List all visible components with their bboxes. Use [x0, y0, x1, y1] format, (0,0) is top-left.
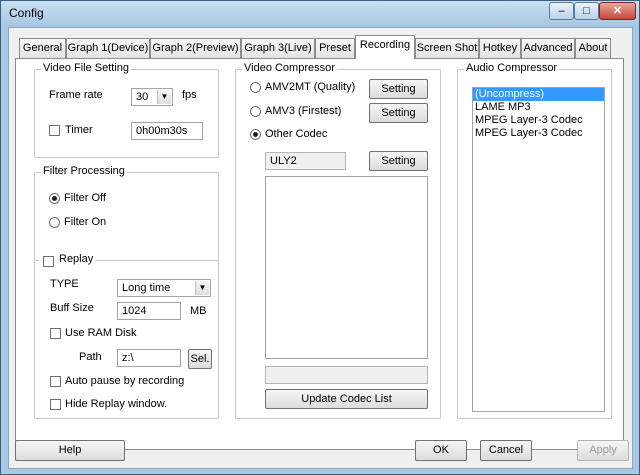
filter-off-label: Filter Off — [64, 192, 106, 204]
buff-size-input[interactable]: 1024 — [117, 302, 181, 320]
buff-size-unit: MB — [190, 305, 207, 317]
audio-compressor-legend: Audio Compressor — [464, 62, 560, 74]
video-file-setting-group: Video File Setting Frame rate 30 ▼ fps T… — [34, 62, 219, 158]
audio-codec-item[interactable]: LAME MP3 — [473, 101, 604, 114]
path-label: Path — [79, 351, 102, 363]
help-button[interactable]: Help — [15, 440, 125, 461]
buff-size-label: Buff Size — [50, 302, 94, 314]
tab-general[interactable]: General — [19, 38, 66, 58]
filter-off-radio[interactable] — [49, 193, 60, 204]
tab-recording[interactable]: Recording — [355, 35, 415, 59]
frame-rate-label: Frame rate — [49, 89, 103, 101]
amv3-label: AMV3 (Firstest) — [265, 105, 342, 117]
hide-replay-checkbox[interactable] — [50, 399, 61, 410]
window-title: Config — [9, 6, 44, 20]
auto-pause-checkbox[interactable] — [50, 376, 61, 387]
filter-on-radio[interactable] — [49, 217, 60, 228]
replay-type-value: Long time — [122, 282, 171, 294]
fps-unit-label: fps — [182, 89, 197, 101]
other-codec-label: Other Codec — [265, 128, 328, 140]
amv3-radio[interactable] — [250, 106, 261, 117]
other-codec-setting-button[interactable]: Setting — [369, 151, 428, 171]
tab-graph3-live[interactable]: Graph 3(Live) — [241, 38, 315, 58]
maximize-icon: □ — [583, 5, 590, 17]
title-bar[interactable]: Config – □ ✕ — [1, 1, 639, 27]
audio-codec-item[interactable]: MPEG Layer-3 Codec — [473, 114, 604, 127]
timer-label: Timer — [65, 124, 93, 136]
other-codec-radio[interactable] — [250, 129, 261, 140]
codec-name-field: ULY2 — [265, 152, 346, 170]
replay-checkbox[interactable] — [43, 256, 54, 267]
chevron-down-icon[interactable]: ▼ — [157, 90, 171, 104]
amv2mt-label: AMV2MT (Quality) — [265, 81, 356, 93]
tab-screen-shot[interactable]: Screen Shot — [415, 38, 479, 58]
tab-graph2-preview[interactable]: Graph 2(Preview) — [150, 38, 241, 58]
amv2mt-setting-button[interactable]: Setting — [369, 79, 428, 99]
timer-input[interactable]: 0h00m30s — [131, 122, 203, 140]
close-icon: ✕ — [612, 5, 623, 17]
video-compressor-group: Video Compressor AMV2MT (Quality) Settin… — [235, 62, 441, 419]
auto-pause-label: Auto pause by recording — [65, 375, 185, 387]
tab-about[interactable]: About — [575, 38, 611, 58]
tab-graph1-device[interactable]: Graph 1(Device) — [66, 38, 150, 58]
path-input[interactable]: z:\ — [117, 349, 181, 367]
dialog-client: General Graph 1(Device) Graph 2(Preview)… — [8, 27, 633, 469]
select-path-button[interactable]: Sel. — [188, 349, 212, 369]
tab-advanced[interactable]: Advanced — [521, 38, 575, 58]
maximize-button[interactable]: □ — [574, 2, 599, 20]
close-button[interactable]: ✕ — [599, 2, 636, 20]
ok-button[interactable]: OK — [415, 440, 467, 461]
amv3-setting-button[interactable]: Setting — [369, 103, 428, 123]
minimize-button[interactable]: – — [549, 2, 574, 20]
filter-processing-group: Filter Processing Filter Off Filter On — [34, 165, 219, 261]
audio-compressor-group: Audio Compressor (Uncompress) LAME MP3 M… — [457, 62, 612, 419]
replay-type-select[interactable]: Long time ▼ — [117, 279, 211, 297]
tab-hotkey[interactable]: Hotkey — [479, 38, 521, 58]
use-ram-disk-checkbox[interactable] — [50, 328, 61, 339]
recording-tab-panel: Video File Setting Frame rate 30 ▼ fps T… — [15, 58, 624, 450]
cancel-button[interactable]: Cancel — [480, 440, 532, 461]
filter-processing-legend: Filter Processing — [41, 165, 127, 177]
codec-list[interactable] — [265, 176, 428, 359]
audio-codec-list[interactable]: (Uncompress) LAME MP3 MPEG Layer-3 Codec… — [472, 87, 605, 412]
minimize-icon: – — [558, 5, 565, 17]
video-compressor-legend: Video Compressor — [242, 62, 337, 74]
chevron-down-icon[interactable]: ▼ — [195, 281, 209, 295]
use-ram-disk-label: Use RAM Disk — [65, 327, 137, 339]
frame-rate-select[interactable]: 30 ▼ — [131, 88, 173, 106]
type-label: TYPE — [50, 278, 79, 290]
timer-checkbox[interactable] — [49, 125, 60, 136]
filter-on-label: Filter On — [64, 216, 107, 228]
config-window: Config – □ ✕ General Graph 1(Device) Gra… — [0, 0, 640, 475]
hide-replay-label: Hide Replay window. — [65, 398, 168, 410]
update-codec-list-button[interactable]: Update Codec List — [265, 389, 428, 409]
amv2mt-radio[interactable] — [250, 82, 261, 93]
tab-preset[interactable]: Preset — [315, 38, 355, 58]
replay-group: Replay TYPE Long time ▼ Buff Size 1024 M… — [34, 253, 219, 419]
audio-codec-item[interactable]: MPEG Layer-3 Codec — [473, 127, 604, 140]
apply-button[interactable]: Apply — [577, 440, 629, 461]
audio-codec-item[interactable]: (Uncompress) — [473, 88, 604, 101]
video-file-setting-legend: Video File Setting — [41, 62, 132, 74]
frame-rate-value: 30 — [136, 91, 149, 103]
codec-info-field — [265, 366, 428, 384]
